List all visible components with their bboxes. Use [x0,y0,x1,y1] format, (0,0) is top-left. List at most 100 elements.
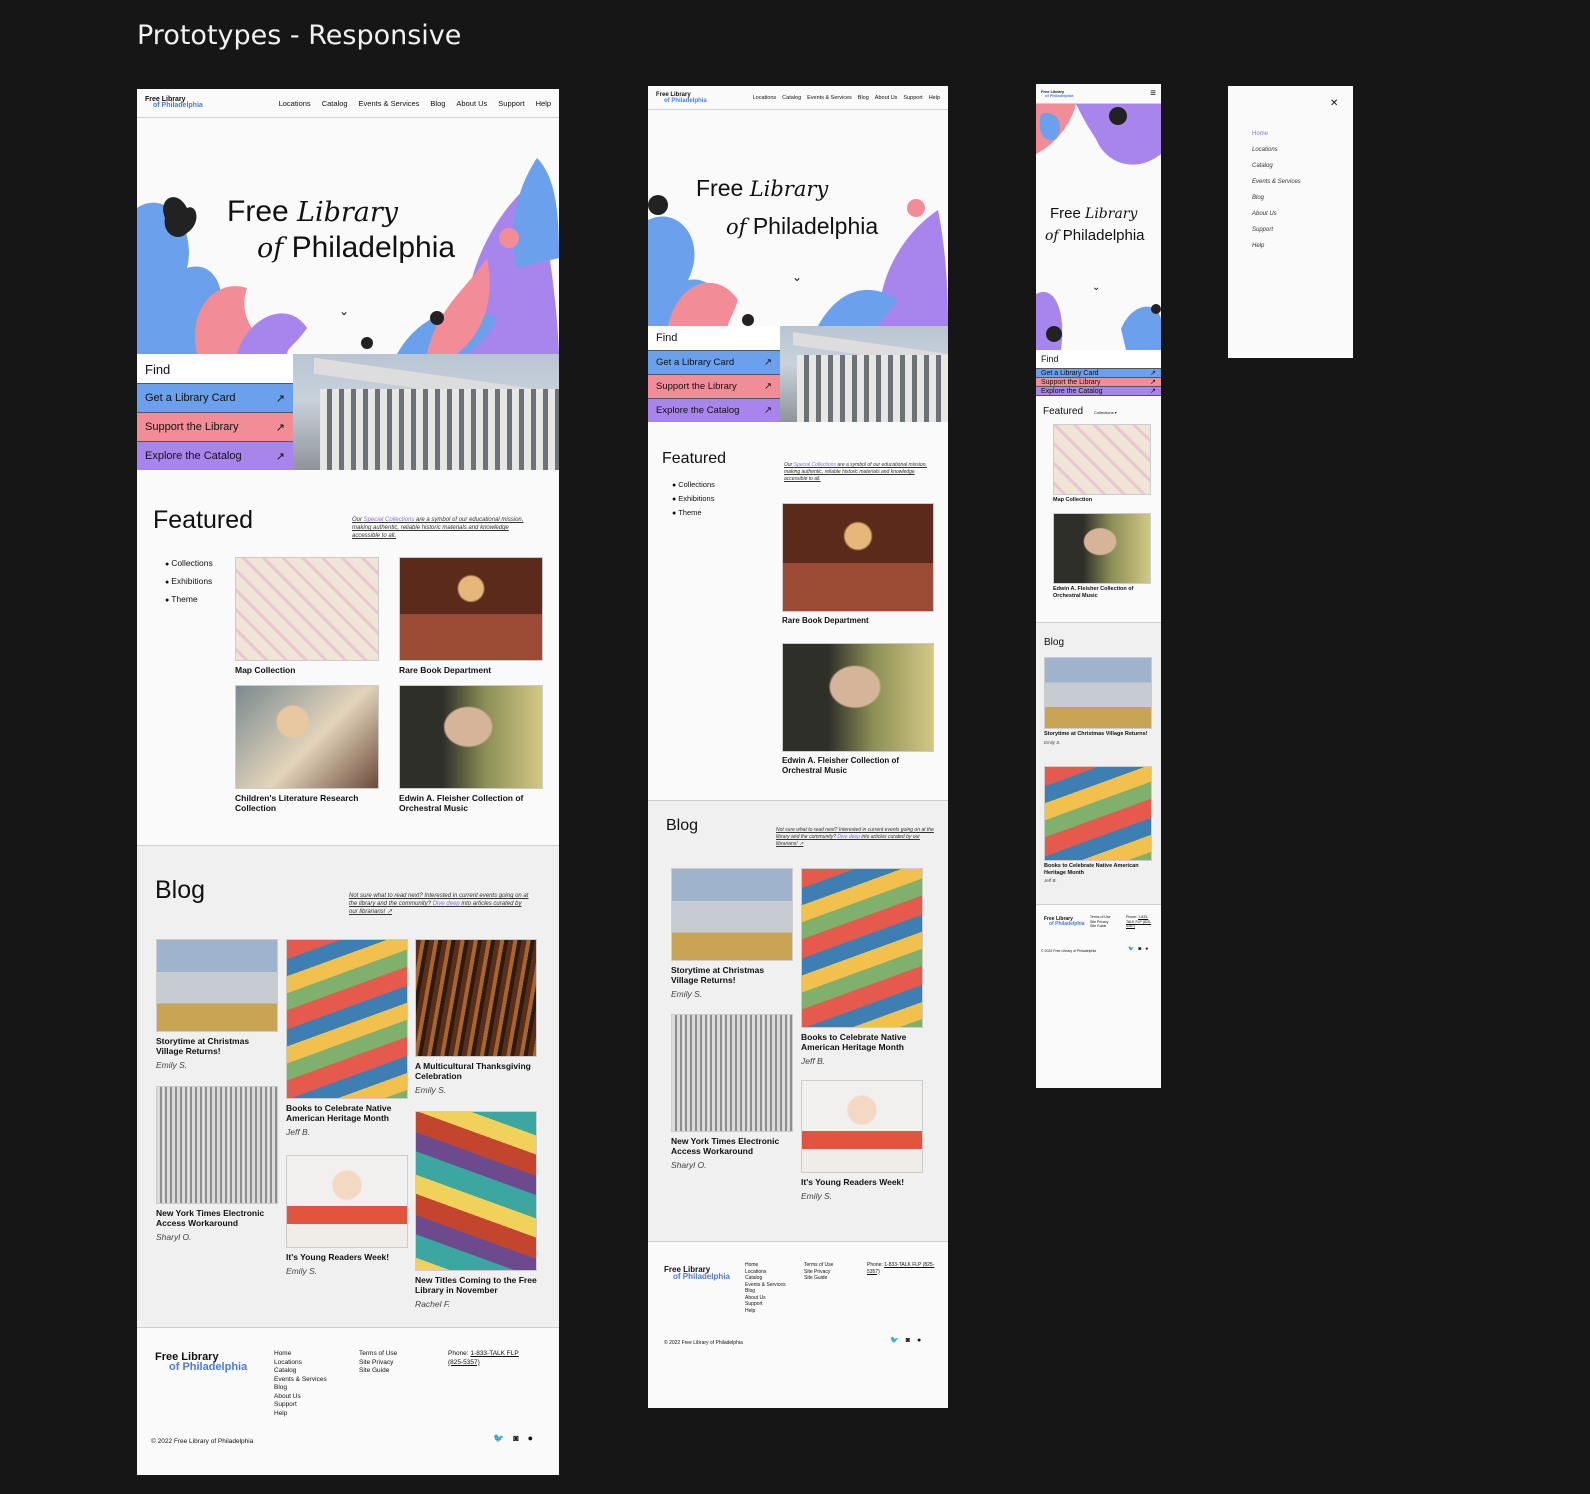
logo[interactable]: Free Library of Philadelphia [1041,89,1073,98]
instagram-icon[interactable]: ◙ [1138,947,1141,952]
get-library-card-button[interactable]: Get a Library Card ↗ [1036,368,1161,377]
special-collections-link[interactable]: Special Collections [364,517,415,523]
nav-about[interactable]: About Us [456,99,487,108]
get-library-card-button[interactable]: Get a Library Card ↗ [648,350,780,374]
scroll-chevron-icon[interactable]: ⌄ [1092,282,1100,293]
footer-link-events[interactable]: Events & Services [274,1376,327,1385]
blog-post-card[interactable]: It's Young Readers Week! Emily S. [286,1155,408,1276]
menu-item-blog[interactable]: Blog [1252,195,1301,201]
footer-link-blog[interactable]: Blog [274,1384,327,1393]
featured-card[interactable]: Rare Book Department [399,557,543,675]
explore-catalog-button[interactable]: Explore the Catalog ↗ [137,441,293,470]
instagram-icon[interactable]: ◙ [906,1337,910,1345]
close-icon[interactable]: ✕ [1330,98,1338,109]
filter-collections[interactable]: Collections [672,478,715,492]
instagram-icon[interactable]: ◙ [513,1434,518,1443]
footer-link-guide[interactable]: Site Guide [359,1367,397,1376]
menu-item-catalog[interactable]: Catalog [1252,163,1301,169]
support-library-button[interactable]: Support the Library ↗ [137,412,293,441]
facebook-icon[interactable]: ● [1145,947,1148,952]
scroll-chevron-icon[interactable]: ⌄ [792,270,802,284]
nav-support[interactable]: Support [498,99,524,108]
twitter-icon[interactable]: 🐦 [493,1434,504,1443]
footer-link-privacy[interactable]: Site Privacy [359,1359,397,1368]
hero-title-line2: of Philadelphia [257,231,456,264]
dive-deep-link[interactable]: Dive deep [837,834,860,840]
nav-events[interactable]: Events & Services [359,99,420,108]
get-library-card-button[interactable]: Get a Library Card ↗ [137,383,293,412]
explore-catalog-button[interactable]: Explore the Catalog ↗ [1036,386,1161,396]
blog-post-card[interactable]: Books to Celebrate Native American Herit… [801,868,923,1066]
dive-deep-link[interactable]: Dive deep [433,901,460,907]
logo[interactable]: Free Library of Philadelphia [656,92,707,104]
nav-catalog[interactable]: Catalog [782,95,801,101]
featured-blurb: Our Special Collections are a symbol of … [352,517,524,539]
menu-item-about[interactable]: About Us [1252,211,1301,217]
filter-theme[interactable]: Theme [165,591,213,609]
filter-exhibitions[interactable]: Exhibitions [165,573,213,591]
facebook-icon[interactable]: ● [528,1434,533,1443]
footer-link-catalog[interactable]: Catalog [274,1367,327,1376]
menu-item-support[interactable]: Support [1252,227,1301,233]
menu-item-home[interactable]: Home [1252,131,1301,137]
nav-events[interactable]: Events & Services [807,95,852,101]
featured-card[interactable]: Map Collection [235,557,379,675]
menu-item-locations[interactable]: Locations [1252,147,1301,153]
nav-locations[interactable]: Locations [753,95,777,101]
logo[interactable]: Free Library of Philadelphia [145,96,203,109]
blog-heading: Blog [666,817,699,834]
footer-link-help[interactable]: Help [274,1410,327,1419]
blog-post-card[interactable]: It's Young Readers Week! Emily S. [801,1080,923,1201]
filter-theme[interactable]: Theme [672,506,715,520]
footer-link-guide[interactable]: Site Guide [1090,924,1111,929]
blog-post-card[interactable]: Storytime at Christmas Village Returns! E… [671,868,793,999]
featured-card[interactable]: Edwin A. Fleisher Collection of Orchestr… [399,685,543,813]
nav-support[interactable]: Support [903,95,922,101]
blog-post-card[interactable]: New York Times Electronic Access Workaro… [671,1014,793,1170]
nav-help[interactable]: Help [929,95,940,101]
blog-post-card[interactable]: New Titles Coming to the Free Library in… [415,1111,537,1309]
blog-post-card[interactable]: New York Times Electronic Access Workaro… [156,1086,278,1242]
footer-link-terms[interactable]: Terms of Use [359,1350,397,1359]
twitter-icon[interactable]: 🐦 [890,1337,899,1345]
twitter-icon[interactable]: 🐦 [1128,947,1134,952]
nav-locations[interactable]: Locations [279,99,311,108]
footer-link-help[interactable]: Help [745,1308,786,1315]
footer-link-locations[interactable]: Locations [274,1359,327,1368]
footer-link-support[interactable]: Support [274,1401,327,1410]
blog-post-card[interactable]: Books to Celebrate Native American Herit… [1044,766,1152,883]
footer-link-home[interactable]: Home [274,1350,327,1359]
nav-about[interactable]: About Us [875,95,898,101]
nav-blog[interactable]: Blog [858,95,869,101]
blog-post-card[interactable]: Storytime at Christmas Village Returns! E… [156,939,278,1070]
blog-post-card[interactable]: Storytime at Christmas Village Returns! E… [1044,657,1152,745]
featured-card[interactable]: Rare Book Department [782,503,934,626]
support-library-button[interactable]: Support the Library ↗ [648,374,780,398]
footer-link-guide[interactable]: Site Guide [804,1275,833,1282]
featured-card[interactable]: Map Collection [1053,424,1151,504]
footer-logo[interactable]: Free Library of Philadelphia [155,1352,247,1373]
footer-logo[interactable]: Free Library of Philadelphia [1044,917,1085,927]
featured-card[interactable]: Children's Literature Research Collectio… [235,685,379,813]
menu-item-help[interactable]: Help [1252,243,1301,249]
nav-blog[interactable]: Blog [430,99,445,108]
filter-exhibitions[interactable]: Exhibitions [672,492,715,506]
featured-card[interactable]: Edwin A. Fleisher Collection of Orchestr… [1053,513,1151,599]
scroll-chevron-icon[interactable]: ⌄ [339,304,349,318]
blog-post-card[interactable]: Books to Celebrate Native American Herit… [286,939,408,1137]
nav-catalog[interactable]: Catalog [322,99,348,108]
support-library-button[interactable]: Support the Library ↗ [1036,377,1161,386]
blog-post-card[interactable]: A Multicultural Thanksgiving Celebration… [415,939,537,1095]
menu-item-events[interactable]: Events & Services [1252,179,1301,185]
facebook-icon[interactable]: ● [917,1337,921,1345]
explore-catalog-button[interactable]: Explore the Catalog ↗ [648,398,780,422]
featured-card[interactable]: Edwin A. Fleisher Collection of Orchestr… [782,643,934,776]
filter-collections[interactable]: Collections [165,555,213,573]
featured-collections-dropdown[interactable]: Collections ▾ [1094,410,1117,415]
featured-heading: Featured [153,506,254,534]
special-collections-link[interactable]: Special Collections [794,462,836,468]
footer-logo[interactable]: Free Library of Philadelphia [664,1266,730,1281]
hamburger-menu-icon[interactable]: ≡ [1150,88,1156,99]
nav-help[interactable]: Help [536,99,551,108]
footer-link-about[interactable]: About Us [274,1393,327,1402]
